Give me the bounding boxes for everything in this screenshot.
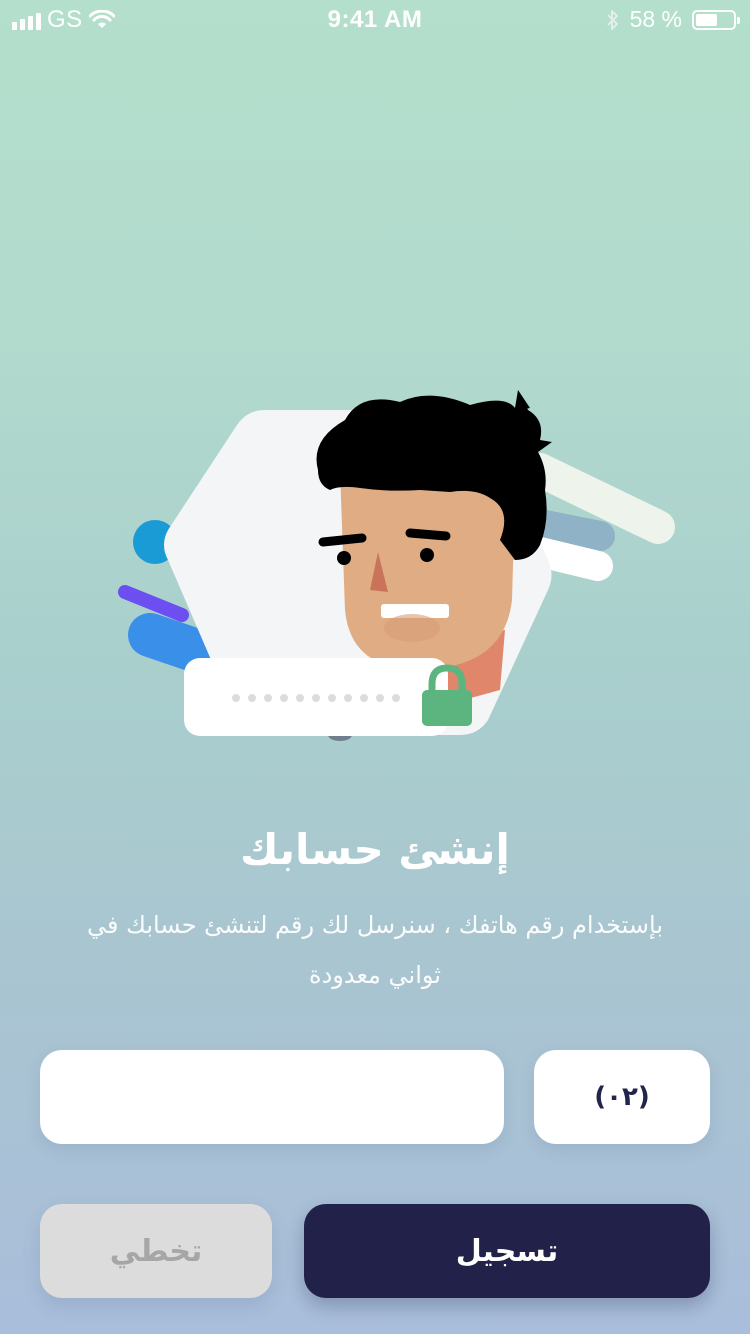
hair-spike xyxy=(518,390,530,410)
battery-percent: 58 % xyxy=(629,6,682,32)
battery-fill xyxy=(696,13,717,26)
decor-line xyxy=(128,613,222,674)
eye-right xyxy=(420,548,434,562)
skip-button[interactable]: تخطي xyxy=(40,1204,272,1298)
hero-illustration xyxy=(0,370,750,770)
country-code-selector[interactable]: (٠٢) xyxy=(534,1050,710,1144)
face xyxy=(340,470,515,670)
bluetooth-icon xyxy=(606,9,618,30)
status-bar: GS 9:41 AM 58 % xyxy=(0,0,750,40)
user-lock-illustration xyxy=(118,390,675,741)
lock-icon xyxy=(422,690,472,726)
page-title: إنشئ حسابك xyxy=(240,825,510,874)
phone-number-field[interactable] xyxy=(40,1050,504,1144)
battery-icon xyxy=(692,9,740,30)
page-description: بإستخدام رقم هاتفك ، سنرسل لك رقم لتنشئ … xyxy=(86,911,664,989)
status-right: 58 % xyxy=(606,6,740,33)
register-button[interactable]: تسجيل xyxy=(304,1204,710,1298)
chin-shade xyxy=(384,614,440,642)
eyebrow-right xyxy=(405,528,451,541)
eye-left xyxy=(337,551,351,565)
decor-line xyxy=(118,585,189,622)
skip-button-label: تخطي xyxy=(109,1233,203,1269)
eyebrow-left xyxy=(318,533,367,547)
phone-number-input[interactable] xyxy=(40,1050,504,1144)
register-button-label: تسجيل xyxy=(455,1233,559,1269)
country-code-label: (٠٢) xyxy=(594,1082,650,1112)
